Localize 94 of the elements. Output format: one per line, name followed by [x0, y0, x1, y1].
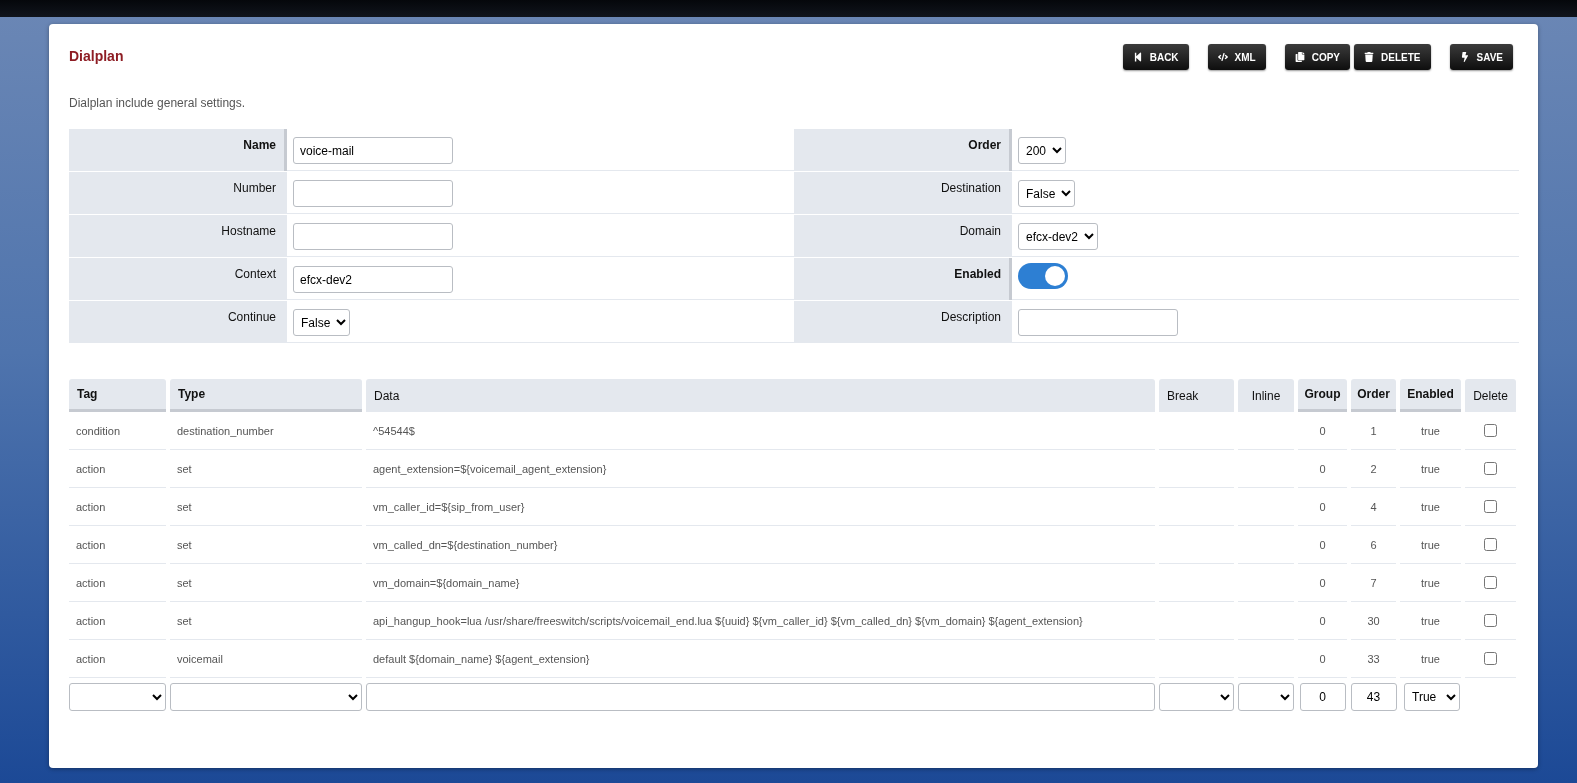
table-cell: true [1400, 602, 1461, 640]
text-field[interactable] [293, 180, 453, 207]
bolt-icon [1459, 52, 1470, 62]
number-field[interactable]: 0 [1299, 683, 1346, 711]
field-label: Destination [794, 172, 1012, 214]
delete-checkbox[interactable] [1484, 652, 1497, 665]
dropdown[interactable]: efcx-dev2 [1018, 223, 1098, 250]
column-header: Delete [1465, 379, 1516, 412]
table-cell: action [69, 602, 166, 640]
table-cell: 4 [1351, 488, 1396, 526]
dropdown[interactable]: 200 [1018, 137, 1066, 164]
table-cell: set [170, 526, 362, 564]
table-cell: destination_number [170, 412, 362, 450]
table-cell: true [1400, 450, 1461, 488]
table-cell: set [170, 564, 362, 602]
field-label: Hostname [69, 215, 287, 257]
table-cell: set [170, 602, 362, 640]
field-label: Order [794, 129, 1012, 171]
table-cell: 0 [1298, 564, 1347, 602]
field-label: Description [794, 301, 1012, 343]
table-cell: vm_domain=${domain_name} [366, 564, 1155, 602]
column-header[interactable]: Type [170, 379, 362, 412]
table-cell: api_hangup_hook=lua /usr/share/freeswitch/scripts/voicemail_end.lua ${uuid} ${vm_caller_id} ${vm_called_dn} ${vm_domain} ${agent_extension} [366, 602, 1155, 640]
field-label: Continue [69, 301, 287, 343]
column-header[interactable]: Tag [69, 379, 166, 412]
dropdown[interactable]: False [293, 309, 350, 336]
table-cell: default ${domain_name} ${agent_extension} [366, 640, 1155, 678]
table-cell: ^54544$ [366, 412, 1155, 450]
field-label: Context [69, 258, 287, 300]
column-header: Data [366, 379, 1155, 412]
table-cell: voicemail [170, 640, 362, 678]
field-label: Domain [794, 215, 1012, 257]
delete-checkbox[interactable] [1484, 538, 1497, 551]
save-button[interactable]: SAVE [1449, 44, 1513, 70]
text-field[interactable] [366, 683, 1155, 711]
delete-checkbox[interactable] [1484, 576, 1497, 589]
step-back-icon [1132, 52, 1143, 62]
table-cell: 0 [1298, 488, 1347, 526]
table-cell: agent_extension=${voicemail_agent_extension} [366, 450, 1155, 488]
table-cell: true [1400, 564, 1461, 602]
table-cell: set [170, 450, 362, 488]
delete-button[interactable]: DELETE [1354, 44, 1431, 70]
table-cell: 1 [1351, 412, 1396, 450]
dropdown[interactable]: False [1018, 180, 1075, 207]
table-cell: 0 [1298, 450, 1347, 488]
table-cell: condition [69, 412, 166, 450]
table-cell: true [1400, 526, 1461, 564]
copy-button[interactable]: COPY [1284, 44, 1351, 70]
trash-icon [1364, 52, 1375, 62]
delete-checkbox[interactable] [1484, 614, 1497, 627]
code-icon [1217, 52, 1228, 62]
table-cell: true [1400, 488, 1461, 526]
table-cell: action [69, 640, 166, 678]
delete-checkbox[interactable] [1484, 500, 1497, 513]
table-cell: set [170, 488, 362, 526]
table-cell: 0 [1298, 526, 1347, 564]
toggle-switch[interactable] [1018, 263, 1068, 289]
dropdown[interactable]: True [1404, 683, 1460, 711]
text-field[interactable]: voice-mail [293, 137, 453, 164]
column-header[interactable]: Enabled [1400, 379, 1461, 412]
copy-icon [1294, 52, 1305, 62]
table-cell: action [69, 564, 166, 602]
text-field[interactable]: efcx-dev2 [293, 266, 453, 293]
column-header: Inline [1238, 379, 1294, 412]
delete-checkbox[interactable] [1484, 462, 1497, 475]
table-cell: 2 [1351, 450, 1396, 488]
table-cell: 0 [1298, 602, 1347, 640]
column-header[interactable]: Order [1351, 379, 1396, 412]
field-label: Name [69, 129, 287, 171]
table-cell: true [1400, 412, 1461, 450]
text-field[interactable] [1018, 309, 1178, 336]
table-cell: 7 [1351, 564, 1396, 602]
text-field[interactable] [293, 223, 453, 250]
table-cell: true [1400, 640, 1461, 678]
number-field[interactable]: 43 [1350, 683, 1397, 711]
page-description: Dialplan include general settings. [69, 96, 247, 110]
column-header[interactable]: Group [1298, 379, 1347, 412]
table-cell: vm_caller_id=${sip_from_user} [366, 488, 1155, 526]
back-button[interactable]: BACK [1122, 44, 1189, 70]
column-header: Break [1159, 379, 1234, 412]
table-cell: action [69, 526, 166, 564]
field-label: Number [69, 172, 287, 214]
field-label: Enabled [794, 258, 1012, 300]
page-title: Dialplan [69, 47, 124, 65]
table-cell: 6 [1351, 526, 1396, 564]
table-cell: action [69, 450, 166, 488]
xml-button[interactable]: XML [1207, 44, 1266, 70]
table-cell: 0 [1298, 412, 1347, 450]
table-cell: vm_called_dn=${destination_number} [366, 526, 1155, 564]
table-cell: 0 [1298, 640, 1347, 678]
delete-checkbox[interactable] [1484, 424, 1497, 437]
table-cell: 30 [1351, 602, 1396, 640]
table-cell: 33 [1351, 640, 1396, 678]
table-cell: action [69, 488, 166, 526]
